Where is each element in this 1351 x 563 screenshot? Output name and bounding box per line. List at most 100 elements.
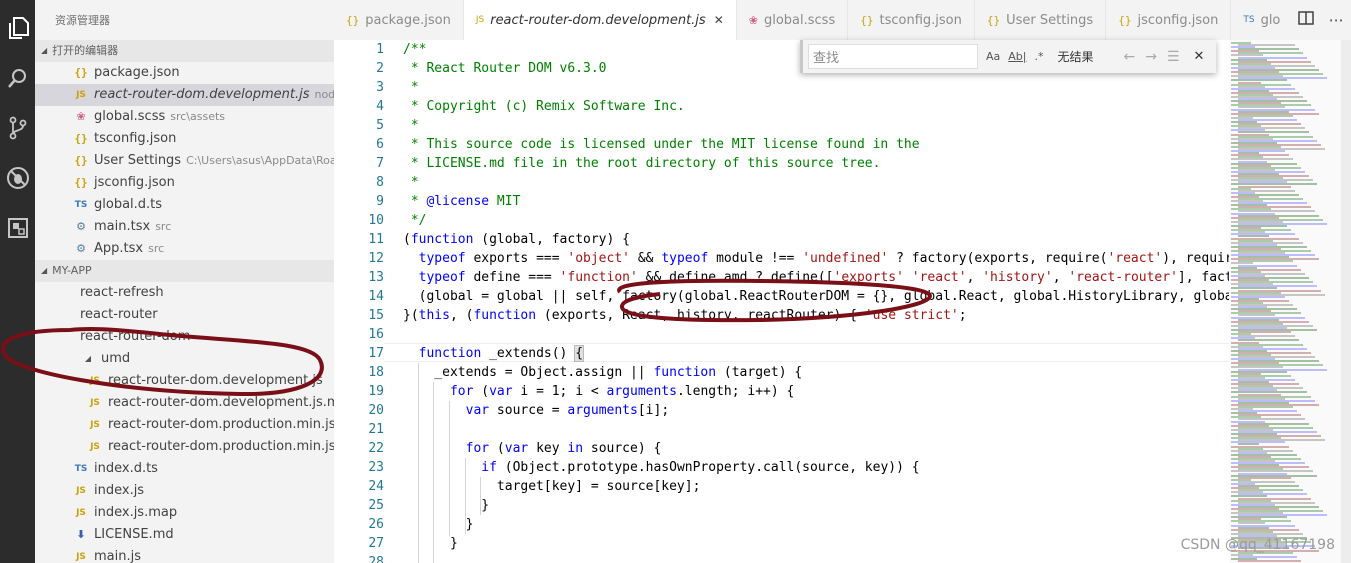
tree-item-name: react-router-dom.development.js.map [108,395,334,410]
editor-tab[interactable]: {} package.json [334,0,464,40]
tree-item[interactable]: JS react-router-dom.production.min.js [35,414,334,436]
vertical-scrollbar[interactable] [1341,40,1351,563]
editor-tab[interactable]: {} tsconfig.json [848,0,975,40]
code-token: [i]; [637,403,670,418]
tab-label: react-router-dom.development.js [490,12,706,28]
tree-item[interactable]: JS react-router-dom.development.js.map [35,392,334,414]
editor-tab[interactable]: TS glo [1231,0,1294,40]
previous-match-icon[interactable]: ← [1124,49,1136,65]
project-label: MY-APP [52,264,92,277]
open-editor-name: main.tsx [94,219,151,234]
tree-item[interactable]: JS main.js [35,546,334,563]
code-token: * This source code is licensed under the… [403,137,920,152]
debug-icon[interactable] [0,156,35,200]
editor-tab[interactable]: ❀ global.scss [737,0,849,40]
code-token: * [403,80,419,95]
extensions-icon[interactable] [0,206,35,250]
line-number: 28 [368,555,384,563]
search-icon[interactable] [0,56,35,100]
line-number: 23 [368,460,384,475]
line-number: 11 [368,232,384,247]
close-icon[interactable]: ✕ [1194,49,1205,64]
open-editor-item[interactable]: {} jsconfig.json [35,172,334,194]
code-token: (target) { [716,365,803,380]
find-toggle-replace[interactable] [800,40,804,73]
open-editor-item[interactable]: ⚙ main.tsx src [35,216,334,238]
code-token: * Copyright (c) Remix Software Inc. [403,99,685,114]
match-case-toggle[interactable]: Aa [986,50,1000,63]
project-header[interactable]: ◢ MY-APP [35,260,334,282]
code-line: for (var key in source) { [403,439,1229,458]
open-editor-description: src [155,220,172,233]
code-editor[interactable]: 1 2 3 4 5 6 7 8 9 10 11 12 13 14 15 16 17 18 19 20 21 22 23 24 2… [334,40,1229,563]
scss-file-icon: ❀ [76,110,86,123]
close-icon[interactable]: ✕ [714,13,724,27]
tree-item[interactable]: JS index.js.map [35,502,334,524]
tree-item-name: react-router-dom [80,329,191,344]
watermark: CSDN @qq_41167198 [1180,537,1335,553]
js-file-icon: JS [90,442,100,452]
tab-label: tsconfig.json [879,12,962,28]
tree-item[interactable]: JS index.js [35,480,334,502]
explorer-icon[interactable] [0,6,35,50]
code-line: (function (global, factory) { [403,230,1229,249]
open-editor-item[interactable]: {} package.json [35,62,334,84]
code-line: } [403,534,1229,553]
tab-actions: ⋯ [1291,0,1351,40]
line-number: 7 [376,156,384,171]
find-in-selection-icon[interactable]: ☰ [1167,49,1180,65]
line-number: 15 [368,308,384,323]
code-token: function [653,365,717,380]
code-content[interactable]: /** * React Router DOM v6.3.0 * * Copyri… [403,40,1229,563]
editor-tab[interactable]: {} User Settings [975,0,1107,40]
tree-item[interactable]: TS index.d.ts [35,458,334,480]
minimap[interactable] [1229,40,1351,563]
chevron-down-icon: ◢ [41,266,48,275]
line-number: 16 [368,327,384,342]
tree-item[interactable]: react-router-dom [35,326,334,348]
whole-word-toggle[interactable]: Ab| [1008,50,1026,63]
tree-item-name: react-router-dom.development.js [108,373,323,388]
editor-tab[interactable]: JS react-router-dom.development.js ✕ [463,0,737,40]
code-token: source) { [583,441,662,456]
tree-item[interactable]: ◢ umd [35,348,334,370]
tree-item[interactable]: JS react-router-dom.production.min.js.m..… [35,436,334,458]
find-input[interactable]: 查找 [808,44,978,69]
open-editor-item[interactable]: ⚙ App.tsx src [35,238,334,260]
line-number: 19 [368,384,384,399]
open-editors-header[interactable]: ◢ 打开的编辑器 [35,40,334,62]
split-editor-icon[interactable] [1298,11,1314,29]
line-number: 10 [368,213,384,228]
minimap-line [1238,559,1301,562]
regex-toggle[interactable]: .* [1034,50,1043,63]
code-token: , [1052,270,1069,285]
open-editor-item[interactable]: JS react-router-dom.development.js node_mo… [35,84,334,106]
source-control-icon[interactable] [0,106,35,150]
tree-item[interactable]: ⬇ LICENSE.md [35,524,334,546]
code-token: @license [426,194,490,209]
tree-item-name: react-refresh [80,285,164,300]
code-token: ; [958,308,967,323]
open-editor-item[interactable]: {} tsconfig.json [35,128,334,150]
open-editor-item[interactable]: ❀ global.scss src\assets [35,106,334,128]
tree-item[interactable]: react-refresh [35,282,334,304]
tree-item[interactable]: JS react-router-dom.development.js [35,370,334,392]
code-line: (global = global || self, factory(global… [403,287,1229,306]
tab-label: glo [1260,12,1281,28]
open-editors-list: {} package.json JS react-router-dom.develop… [35,62,334,260]
more-icon[interactable]: ⋯ [1329,11,1344,29]
tree-item[interactable]: react-router [35,304,334,326]
code-token: && define.amd ? define([ [637,270,834,285]
open-editor-name: react-router-dom.development.js [94,87,310,102]
code-line: * [403,116,1229,135]
editor-tab[interactable]: {} jsconfig.json [1106,0,1232,40]
ts-file-icon: TS [74,464,88,474]
open-editor-item[interactable]: {} User Settings C:\Users\asus\AppData\Roa… [35,150,334,172]
next-match-icon[interactable]: → [1145,49,1157,65]
code-token: target[key] = source[key]; [403,479,701,494]
open-editor-item[interactable]: TS global.d.ts [35,194,334,216]
line-number: 12 [368,251,384,266]
code-line: * Copyright (c) Remix Software Inc. [403,97,1229,116]
